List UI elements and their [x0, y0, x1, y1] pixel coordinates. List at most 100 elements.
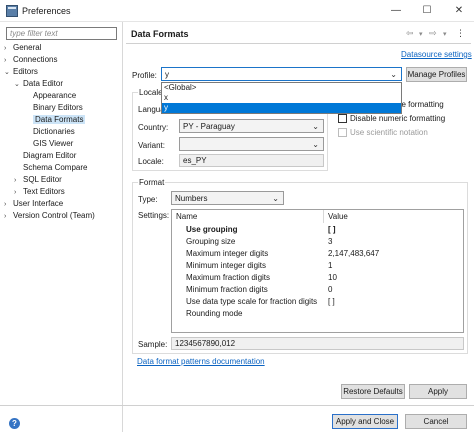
tree-item-editors[interactable]: ⌄ Editors	[4, 66, 38, 77]
profile-option[interactable]: x	[162, 93, 401, 103]
splitter[interactable]	[122, 22, 123, 432]
table-row[interactable]: Minimum integer digits 1	[172, 260, 463, 272]
tree-item-label: Schema Compare	[23, 163, 88, 172]
more-icon[interactable]: ⋮	[456, 28, 465, 39]
tree-item-sql-editor[interactable]: › SQL Editor	[14, 174, 62, 185]
table-row[interactable]: Maximum integer digits 2,147,483,647	[172, 248, 463, 260]
chevron-right-icon[interactable]: ›	[14, 187, 23, 198]
table-row[interactable]: Rounding mode	[172, 308, 463, 320]
tree-item-general[interactable]: › General	[4, 42, 41, 53]
format-group-label: Format	[138, 178, 166, 187]
format-patterns-link[interactable]: Data format patterns documentation	[137, 357, 265, 366]
profile-option[interactable]: <Global>	[162, 83, 401, 93]
chevron-right-icon[interactable]: ›	[14, 175, 23, 186]
chevron-down-icon[interactable]: ⌄	[14, 79, 23, 90]
settings-table: Name Value Use grouping [ ] Grouping size 3…	[171, 209, 464, 333]
forward-menu-icon[interactable]: ▾	[443, 30, 447, 38]
country-select[interactable]: PY - Paraguay ⌄	[179, 119, 324, 133]
apply-button[interactable]: Apply	[409, 384, 467, 399]
minimize-button[interactable]: —	[385, 2, 407, 20]
help-icon[interactable]: ?	[9, 418, 20, 429]
setting-value[interactable]: [ ]	[328, 224, 336, 236]
table-row[interactable]: Maximum fraction digits 10	[172, 272, 463, 284]
tree-item-label: GIS Viewer	[33, 139, 74, 148]
tree-item-label: SQL Editor	[23, 175, 62, 184]
header-separator	[126, 43, 471, 44]
app-icon	[6, 5, 18, 17]
close-button[interactable]: ✕	[448, 2, 470, 20]
tree-item-data-editor[interactable]: ⌄ Data Editor	[14, 78, 63, 89]
table-row[interactable]: Use grouping [ ]	[172, 224, 463, 236]
tree-item-label: Appearance	[33, 91, 77, 100]
setting-value[interactable]: 10	[328, 272, 337, 284]
footer-separator	[0, 405, 474, 406]
scientific-notation-checkbox[interactable]	[338, 128, 347, 137]
locale-group-label: Locale	[138, 88, 164, 97]
disable-numeric-checkbox[interactable]	[338, 114, 347, 123]
preferences-tree: › General › Connections ⌄ Editors ⌄ Data Editor…	[4, 42, 120, 394]
chevron-down-icon[interactable]: ⌄	[4, 67, 13, 78]
type-select-value: Numbers	[175, 194, 208, 203]
table-row[interactable]: Grouping size 3	[172, 236, 463, 248]
tree-item-connections[interactable]: › Connections	[4, 54, 57, 65]
type-select[interactable]: Numbers ⌄	[171, 191, 284, 205]
tree-item-diagram-editor[interactable]: Diagram Editor	[14, 150, 76, 161]
tree-item-label: Diagram Editor	[23, 151, 77, 160]
datasource-settings-link[interactable]: Datasource settings	[401, 50, 472, 59]
chevron-down-icon: ⌄	[312, 140, 319, 149]
tree-item-data-formats[interactable]: Data Formats	[24, 114, 86, 125]
column-header-name[interactable]: Name	[172, 210, 323, 223]
chevron-right-icon[interactable]: ›	[4, 55, 13, 66]
maximize-button[interactable]: ☐	[416, 2, 438, 20]
native-formatting-label: ne formatting	[397, 100, 444, 109]
variant-select[interactable]: ⌄	[179, 137, 324, 151]
chevron-right-icon[interactable]: ›	[4, 211, 13, 222]
back-menu-icon[interactable]: ▾	[419, 30, 423, 38]
setting-name: Minimum fraction digits	[186, 285, 268, 294]
tree-item-appearance[interactable]: Appearance	[24, 90, 76, 101]
tree-item-dictionaries[interactable]: Dictionaries	[24, 126, 75, 137]
setting-value[interactable]: 0	[328, 284, 332, 296]
setting-value[interactable]: 1	[328, 260, 332, 272]
sample-field[interactable]: 1234567890,012	[171, 337, 464, 350]
tree-item-label: Data Editor	[23, 79, 64, 88]
tree-item-gis-viewer[interactable]: GIS Viewer	[24, 138, 73, 149]
variant-label: Variant:	[138, 141, 165, 150]
filter-input[interactable]: type filter text	[6, 27, 117, 40]
tree-item-version-control-team[interactable]: › Version Control (Team)	[4, 210, 95, 221]
tree-item-text-editors[interactable]: › Text Editors	[14, 186, 65, 197]
forward-icon[interactable]: ⇨	[429, 28, 437, 39]
table-row[interactable]: Minimum fraction digits 0	[172, 284, 463, 296]
title-bar: Preferences — ☐ ✕	[0, 0, 474, 22]
setting-value[interactable]: [ ]	[328, 296, 335, 308]
profile-option[interactable]: y	[162, 103, 401, 113]
setting-value[interactable]: 2,147,483,647	[328, 248, 379, 260]
profile-label: Profile:	[132, 71, 157, 80]
tree-item-binary-editors[interactable]: Binary Editors	[24, 102, 83, 113]
tree-item-label: Binary Editors	[33, 103, 83, 112]
scientific-notation-label: Use scientific notation	[350, 128, 428, 137]
setting-name: Maximum fraction digits	[186, 273, 271, 282]
tree-item-schema-compare[interactable]: Schema Compare	[14, 162, 87, 173]
tree-item-user-interface[interactable]: › User Interface	[4, 198, 63, 209]
tree-item-label: Editors	[13, 67, 38, 76]
chevron-down-icon: ⌄	[272, 194, 279, 203]
setting-name: Use data type scale for fraction digits	[186, 297, 318, 306]
locale-field-label: Locale:	[138, 157, 164, 166]
column-header-value[interactable]: Value	[324, 210, 463, 223]
disable-numeric-label: Disable numeric formatting	[350, 114, 446, 123]
tree-item-label: General	[13, 43, 42, 52]
cancel-button[interactable]: Cancel	[405, 414, 467, 429]
back-icon[interactable]: ⇦	[406, 28, 414, 39]
table-row[interactable]: Use data type scale for fraction digits […	[172, 296, 463, 308]
tree-item-label: Connections	[13, 55, 58, 64]
profile-select[interactable]: y ⌄	[161, 67, 402, 81]
setting-value[interactable]: 3	[328, 236, 332, 248]
locale-field[interactable]: es_PY	[179, 154, 324, 167]
chevron-right-icon[interactable]: ›	[4, 43, 13, 54]
restore-defaults-button[interactable]: Restore Defaults	[341, 384, 405, 399]
manage-profiles-button[interactable]: Manage Profiles	[406, 67, 467, 82]
settings-label: Settings:	[138, 211, 170, 220]
chevron-right-icon[interactable]: ›	[4, 199, 13, 210]
apply-and-close-button[interactable]: Apply and Close	[332, 414, 398, 429]
